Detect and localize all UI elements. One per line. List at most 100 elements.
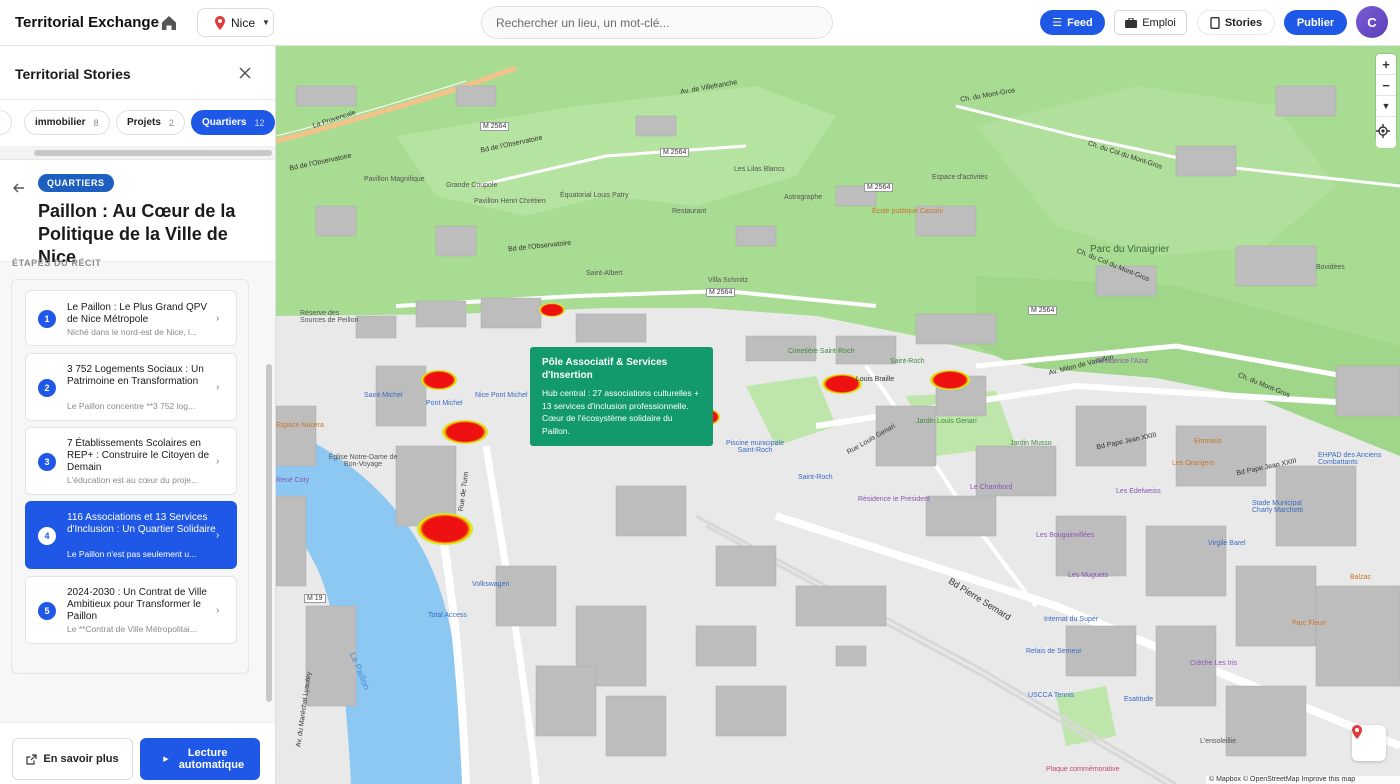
brand-title[interactable]: Territorial Exchange xyxy=(15,14,159,31)
step-item-3[interactable]: 3 7 Établissements Scolaires en REP+ : C… xyxy=(25,427,237,495)
step-excerpt: Le **Contrat de Ville Métropolitai... xyxy=(67,624,197,634)
step-title: 7 Établissements Scolaires en REP+ : Con… xyxy=(67,438,210,473)
chips-scrollbar[interactable] xyxy=(34,150,272,156)
geolocate-button[interactable] xyxy=(1376,124,1396,148)
steps-scrollbar[interactable] xyxy=(266,364,272,702)
stories-button-label: Stories xyxy=(1224,16,1263,29)
zoom-out-button[interactable]: − xyxy=(1376,75,1396,96)
top-bar: Territorial Exchange Nice ▼ ☰ Feed Emplo… xyxy=(0,0,1400,46)
chip-count: 12 xyxy=(254,117,265,128)
chip-projets[interactable]: Projets 2 xyxy=(116,110,185,135)
compass-button[interactable]: ▼ xyxy=(1376,96,1396,117)
story-header: QUARTIERS Paillon : Au Cœur de la Politi… xyxy=(0,160,275,267)
step-item-4[interactable]: 4 116 Associations et 13 Services d'Incl… xyxy=(25,501,237,569)
map-label: Église Notre-Dame de Bon-Voyage xyxy=(328,454,398,468)
step-item-5[interactable]: 5 2024-2030 : Un Contrat de Ville Ambiti… xyxy=(25,576,237,644)
stories-button[interactable]: Stories xyxy=(1197,10,1275,35)
chip-label: immobilier xyxy=(35,117,86,128)
map-label: Le Chambord xyxy=(970,484,1013,491)
map-label: Astrographe xyxy=(784,194,823,201)
map-label: Jardin Musso xyxy=(1010,440,1052,447)
map-view[interactable]: Parc du Vinaigrier Bd de l'Observatoire … xyxy=(276,46,1400,784)
panel-header: Territorial Stories xyxy=(0,46,275,100)
map-pin-icon xyxy=(215,15,225,30)
map-label: Pavillon Magnifique xyxy=(364,176,425,183)
map-label: M 2564 xyxy=(706,288,736,297)
search-input[interactable] xyxy=(481,6,833,39)
heatmap-marker[interactable] xyxy=(930,370,970,390)
chip-immobilier[interactable]: immobilier 8 xyxy=(24,110,110,135)
map-label: Pont Michel xyxy=(426,400,463,407)
map-label: Pavillon Henri Chrétien xyxy=(474,198,546,205)
city-selector-label: Nice xyxy=(231,15,256,30)
chip-count: 2 xyxy=(168,117,174,128)
map-label: René Coty xyxy=(276,477,310,484)
step-item-1[interactable]: 1 Le Paillon : Le Plus Grand QPV de Nice… xyxy=(25,290,237,346)
map-label: M 2564 xyxy=(864,183,894,192)
city-selector[interactable]: Nice ▼ xyxy=(197,8,274,37)
feed-button[interactable]: ☰ Feed xyxy=(1040,10,1105,35)
heatmap-marker[interactable] xyxy=(421,370,457,390)
chip-partial[interactable]: s xyxy=(0,110,12,135)
map-label: USCCA Tennis xyxy=(1028,692,1075,699)
learn-more-label: En savoir plus xyxy=(43,753,119,765)
zoom-in-button[interactable]: + xyxy=(1376,54,1396,75)
home-icon[interactable] xyxy=(158,12,180,34)
close-icon[interactable] xyxy=(238,66,252,80)
feed-button-label: Feed xyxy=(1067,16,1093,29)
map-label: Les Lilas Blancs xyxy=(734,166,785,173)
heatmap-marker[interactable] xyxy=(539,303,565,317)
map-label: Réserve des Sources de Peillon xyxy=(300,310,359,324)
drop-pin-button[interactable] xyxy=(1352,725,1386,761)
step-title: 116 Associations et 13 Services d'Inclus… xyxy=(67,512,216,535)
briefcase-icon xyxy=(1125,17,1138,28)
emploi-button-label: Emploi xyxy=(1142,16,1176,29)
emploi-button[interactable]: Emploi xyxy=(1114,10,1187,35)
map-label: Internat du Super xyxy=(1044,616,1099,623)
auto-play-label: Lecture automatique xyxy=(178,747,245,771)
panel-title: Territorial Stories xyxy=(15,66,131,82)
map-label: Parc Fleuri xyxy=(1292,620,1326,627)
chevron-right-icon: › xyxy=(216,456,220,467)
step-excerpt: L'éducation est au cœur du proje... xyxy=(67,475,199,485)
book-icon xyxy=(1210,16,1220,29)
map-label: Cimetière Saint-Roch xyxy=(788,348,855,355)
map-attribution[interactable]: © Mapbox © OpenStreetMap Improve this ma… xyxy=(1206,776,1400,784)
chip-label: Quartiers xyxy=(202,117,247,128)
map-label: Saint-Albert xyxy=(586,270,623,277)
step-item-2[interactable]: 2 3 752 Logements Sociaux : Un Patrimoin… xyxy=(25,353,237,421)
avatar[interactable]: C xyxy=(1356,6,1388,38)
map-label: Saint-Michel xyxy=(364,392,403,399)
back-arrow-icon[interactable] xyxy=(12,181,26,195)
map-label: Jardin Louis Genari xyxy=(916,418,977,425)
auto-play-button[interactable]: ▶ Lecture automatique xyxy=(140,738,260,780)
map-label: Total Access xyxy=(428,612,467,619)
heatmap-marker[interactable] xyxy=(442,420,488,444)
map-label: M 19 xyxy=(304,594,326,603)
steps-label: ÉTAPES DU RÉCIT xyxy=(12,258,102,268)
chevron-right-icon: › xyxy=(216,530,220,541)
chevron-down-icon: ▼ xyxy=(262,18,270,27)
step-number: 5 xyxy=(38,602,56,620)
chip-count: 8 xyxy=(93,117,99,128)
publier-button[interactable]: Publier xyxy=(1284,10,1347,35)
map-label: EHPAD des Anciens Combattants xyxy=(1318,452,1382,466)
step-excerpt: Niché dans le nord-est de Nice, l... xyxy=(67,327,197,337)
map-label: Restaurant xyxy=(672,208,707,215)
map-label: Relais de Semeur xyxy=(1026,648,1082,655)
chip-quartiers[interactable]: Quartiers 12 xyxy=(191,110,275,135)
chip-label: Projets xyxy=(127,117,161,128)
step-title: 3 752 Logements Sociaux : Un Patrimoine … xyxy=(67,364,204,387)
learn-more-button[interactable]: En savoir plus xyxy=(12,738,133,780)
map-label: Les Edelweiss xyxy=(1116,488,1161,495)
map-label: Résidence le Président xyxy=(858,496,930,503)
popup-text: Hub central : 27 associations culturelle… xyxy=(542,388,700,436)
chevron-right-icon: › xyxy=(216,382,220,393)
external-link-icon xyxy=(26,753,37,765)
map-label: Équatorial Louis Patry xyxy=(560,192,629,199)
play-icon: ▶ xyxy=(163,756,169,763)
list-icon: ☰ xyxy=(1052,17,1063,29)
panel-footer: En savoir plus ▶ Lecture automatique xyxy=(0,722,275,784)
map-label: Nice Pont Michel xyxy=(475,392,528,399)
heatmap-marker[interactable] xyxy=(417,513,473,545)
